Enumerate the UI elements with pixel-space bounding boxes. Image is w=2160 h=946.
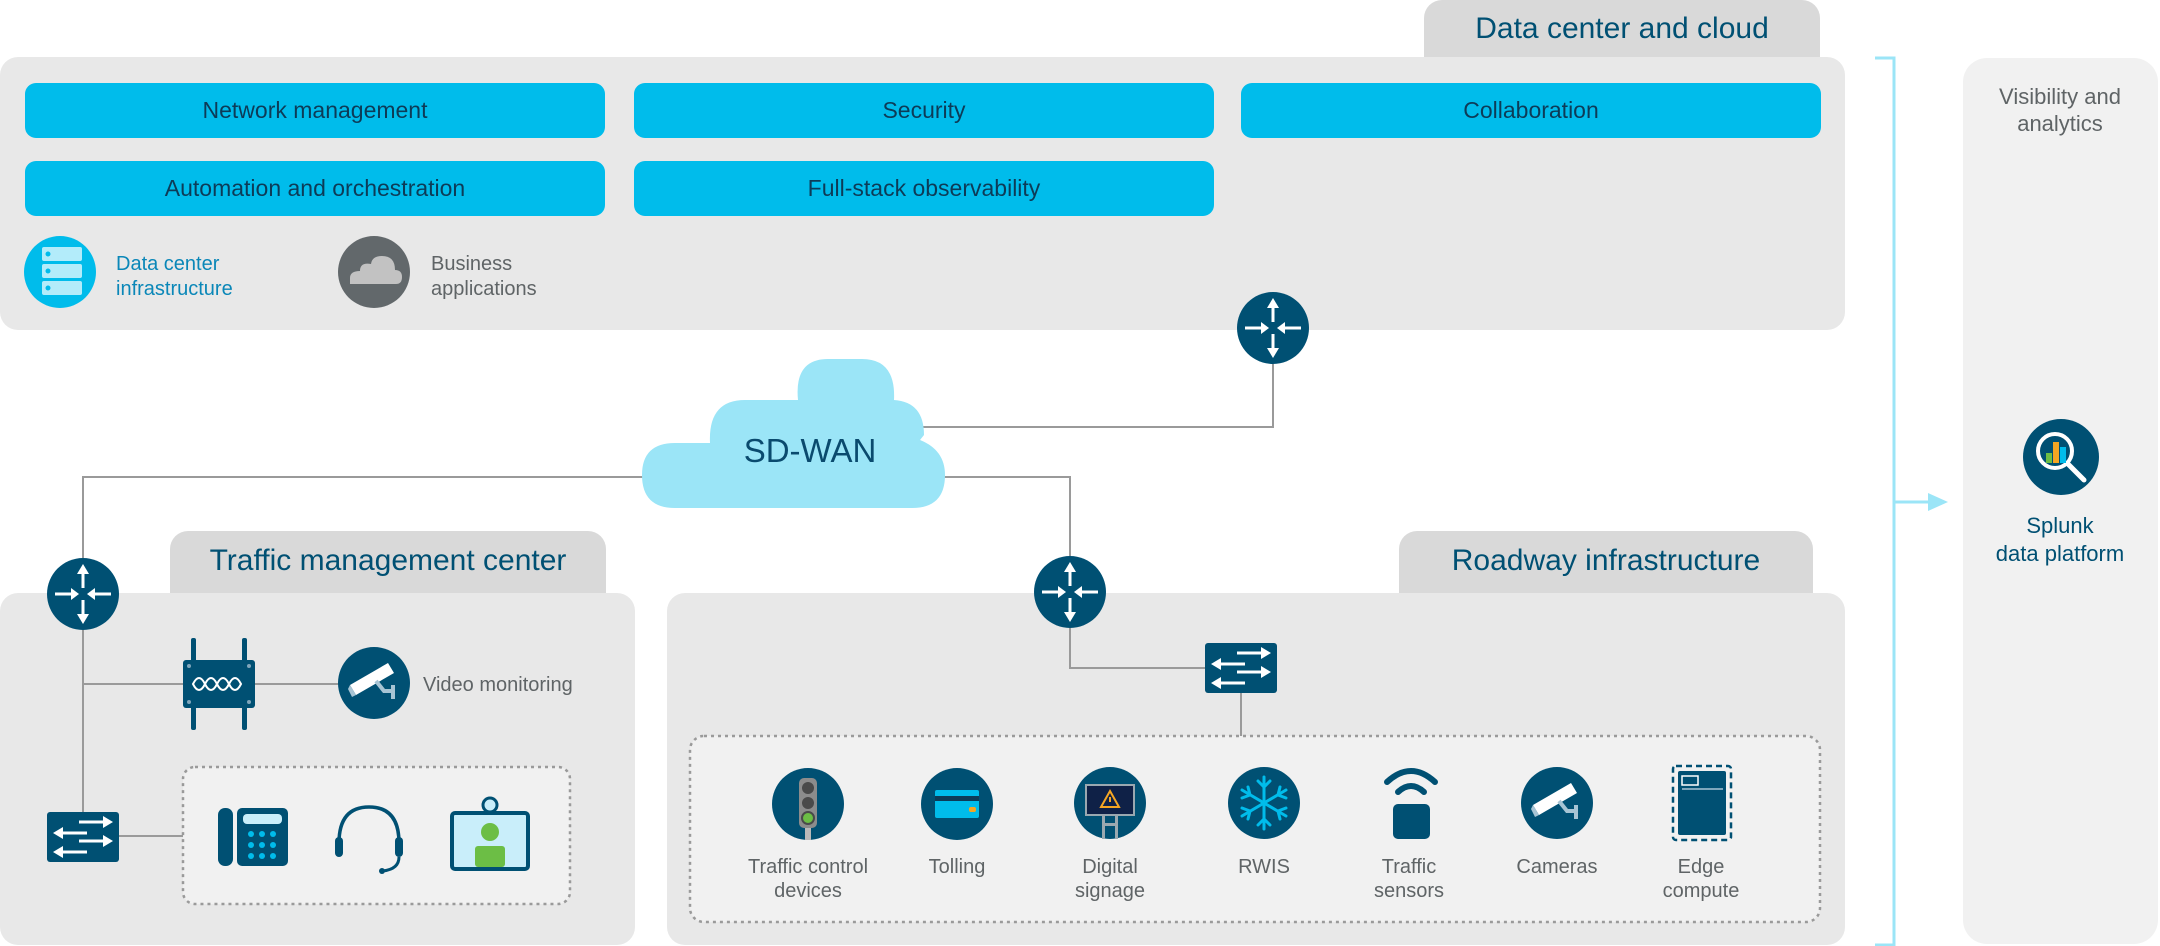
ip-phone-icon[interactable] <box>218 808 288 866</box>
tolling-device[interactable] <box>921 768 993 840</box>
tmc-router-icon[interactable] <box>45 556 121 632</box>
analytics-title-line2: analytics <box>2017 111 2103 136</box>
rwis-device[interactable] <box>1228 767 1300 839</box>
video-camera-icon[interactable] <box>336 645 412 721</box>
data-center-section: Data center and cloud Network management… <box>0 0 1845 330</box>
wan-to-roadway-link <box>940 476 1071 556</box>
legend-dc-line1: Data center <box>116 253 220 275</box>
video-monitoring-label: Video monitoring <box>423 674 573 696</box>
dc-router-icon[interactable] <box>1235 290 1311 366</box>
collaboration-button[interactable]: Collaboration <box>1241 83 1821 138</box>
legend-ba-line1: Business <box>431 253 512 275</box>
edge-compute-icon <box>1671 764 1733 842</box>
server-stack-icon <box>24 236 96 308</box>
device-label: signage <box>1075 880 1145 902</box>
automation-orchestration-label: Automation and orchestration <box>165 175 465 201</box>
wan-to-dc-link <box>920 364 1274 428</box>
data-flow-bracket <box>1875 56 1948 946</box>
analytics-title-line1: Visibility and <box>1999 84 2121 109</box>
roadway-switch-icon[interactable] <box>1203 641 1279 695</box>
network-management-label: Network management <box>203 97 429 123</box>
device-label: Traffic control <box>748 856 868 878</box>
device-label: Digital <box>1082 856 1138 878</box>
device-label: Edge <box>1678 856 1725 878</box>
device-label: compute <box>1663 880 1740 902</box>
digital-signage-device[interactable] <box>1074 767 1146 839</box>
network-management-button[interactable]: Network management <box>25 83 605 138</box>
device-label: Traffic <box>1382 856 1436 878</box>
tmc-switch-icon[interactable] <box>45 810 121 864</box>
roadway-section: Roadway infrastructure Traffic control d… <box>667 531 1845 945</box>
analytics-panel <box>1963 58 2158 944</box>
full-stack-observability-label: Full-stack observability <box>808 175 1041 201</box>
splunk-label-line1: Splunk <box>2026 513 2094 538</box>
edge-compute-device[interactable] <box>1671 764 1733 842</box>
arrow-right-icon <box>1928 493 1948 511</box>
full-stack-observability-button[interactable]: Full-stack observability <box>634 161 1214 216</box>
device-label: Tolling <box>929 856 986 878</box>
collaboration-label: Collaboration <box>1463 97 1599 123</box>
camera-icon[interactable] <box>1519 765 1595 841</box>
device-label: sensors <box>1374 880 1444 902</box>
roadway-title: Roadway infrastructure <box>1452 544 1760 577</box>
splunk-platform[interactable] <box>2023 419 2099 495</box>
splunk-label-line2: data platform <box>1996 541 2124 566</box>
sd-wan-label: SD-WAN <box>744 432 877 469</box>
legend-dc-line2: infrastructure <box>116 278 233 300</box>
analytics-section: Visibility and analytics Splunk data pla… <box>1963 58 2158 944</box>
device-label: Cameras <box>1516 856 1597 878</box>
traffic-light-device[interactable] <box>772 768 844 840</box>
sd-wan-cloud[interactable]: SD-WAN <box>642 359 945 508</box>
device-label: devices <box>774 880 842 902</box>
automation-orchestration-button[interactable]: Automation and orchestration <box>25 161 605 216</box>
tmc-title: Traffic management center <box>210 544 567 577</box>
security-label: Security <box>882 97 966 123</box>
data-center-title: Data center and cloud <box>1475 12 1769 45</box>
legend-ba-line2: applications <box>431 278 537 300</box>
security-button[interactable]: Security <box>634 83 1214 138</box>
architecture-diagram: Data center and cloud Network management… <box>0 0 2158 946</box>
device-label: RWIS <box>1238 856 1290 878</box>
roadway-router-icon[interactable] <box>1032 554 1108 630</box>
cloud-icon <box>338 236 410 308</box>
